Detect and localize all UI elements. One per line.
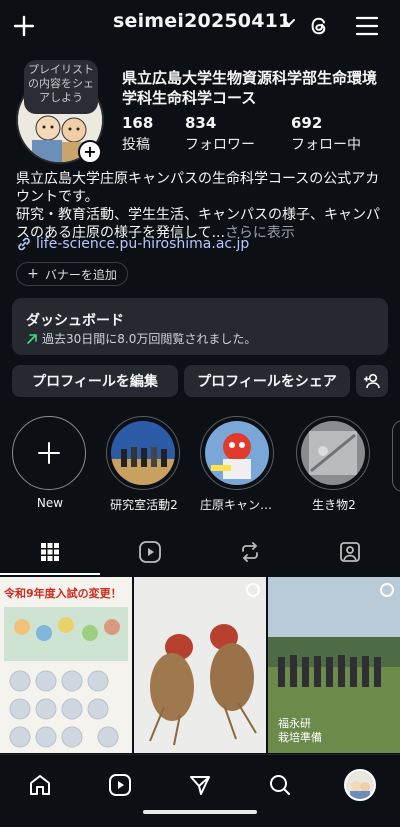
profile-avatar-nav[interactable] — [340, 765, 380, 805]
highlight-item[interactable]: 生き物2 — [296, 416, 372, 513]
highlight-item-partial[interactable] — [392, 420, 400, 492]
post-thumbnail[interactable]: 福永研 栽培準備 — [268, 577, 400, 753]
dashboard-subtitle: 過去30日間に8.0万回閲覧されました。 — [42, 332, 257, 346]
threads-icon[interactable] — [304, 11, 334, 41]
plus-icon — [38, 442, 60, 464]
add-person-icon — [364, 373, 380, 389]
professional-dashboard[interactable]: ダッシュボード 過去30日間に8.0万回閲覧されました。 — [12, 298, 388, 355]
followers-label[interactable]: フォロワー — [185, 134, 255, 154]
repost-icon — [242, 542, 258, 562]
profile-tabs — [0, 530, 400, 576]
display-name: 県立広島大学生物資源科学部生命環境学科生命科学コース — [122, 69, 378, 107]
tab-tagged[interactable] — [300, 530, 400, 574]
post-thumbnail[interactable]: 令和9年度入試の変更！ — [0, 577, 132, 753]
bio-line: 県立広島大学庄原キャンパスの生命科学コースの公式アカウントです。 — [16, 171, 380, 205]
highlight-ring — [106, 416, 180, 490]
note-bubble[interactable]: プレイリストの内容をシェアしよう — [24, 60, 98, 114]
bottom-nav — [0, 754, 400, 827]
highlight-label: New — [36, 496, 64, 510]
highlight-ring — [12, 416, 86, 490]
tab-reposts[interactable] — [200, 530, 300, 574]
trend-up-icon — [27, 333, 37, 344]
highlight-label: 生き物2 — [312, 498, 356, 512]
create-plus-icon[interactable] — [10, 12, 38, 40]
post-thumbnail[interactable] — [134, 577, 266, 753]
select-circle-icon[interactable] — [380, 583, 394, 597]
top-bar: seimei20250411 — [0, 0, 400, 52]
followers-count[interactable]: 834 — [185, 114, 216, 132]
discover-people-button[interactable] — [356, 365, 388, 397]
active-tab-indicator — [0, 573, 100, 575]
home-indicator — [143, 810, 257, 814]
add-story-plus-icon[interactable]: + — [78, 140, 102, 164]
search-icon[interactable] — [260, 765, 300, 805]
home-icon[interactable] — [20, 765, 60, 805]
highlight-item[interactable]: 庄原キャンパ... — [200, 416, 276, 513]
send-message-icon[interactable] — [180, 765, 220, 805]
reels-nav-icon[interactable] — [100, 765, 140, 805]
highlight-ring — [296, 416, 370, 490]
add-banner-button[interactable]: + バナーを追加 — [16, 262, 128, 286]
link-text[interactable]: life-science.pu-hiroshima.ac.jp — [36, 236, 249, 252]
username[interactable]: seimei20250411 — [113, 10, 291, 32]
share-profile-button[interactable]: プロフィールをシェア — [184, 365, 350, 397]
highlight-thumbnail — [111, 421, 175, 485]
highlight-label: 研究室活動2 — [110, 498, 178, 512]
tab-reels[interactable] — [100, 530, 200, 574]
dashboard-subtitle-row: 過去30日間に8.0万回閲覧されました。 — [26, 330, 256, 347]
reels-icon — [139, 541, 161, 563]
following-label[interactable]: フォロー中 — [291, 134, 361, 154]
link-icon — [18, 237, 30, 251]
highlight-thumbnail — [301, 421, 365, 485]
menu-icon[interactable] — [352, 11, 382, 41]
bio: 県立広島大学庄原キャンパスの生命科学コースの公式アカウントです。 研究・教育活動… — [16, 170, 388, 242]
profile-link[interactable]: life-science.pu-hiroshima.ac.jp — [16, 236, 249, 252]
highlight-thumbnail — [205, 421, 269, 485]
select-circle-icon[interactable] — [246, 583, 260, 597]
highlight-label: 庄原キャンパ... — [200, 498, 276, 512]
grid-icon — [41, 543, 59, 561]
posts-label[interactable]: 投稿 — [122, 134, 150, 154]
highlight-new[interactable]: New — [12, 416, 88, 510]
posts-grid: 令和9年度入試の変更！ 福永研 栽培準備 — [0, 577, 400, 753]
tab-posts-grid[interactable] — [0, 530, 100, 574]
plus-icon: + — [27, 266, 39, 282]
dashboard-title: ダッシュボード — [26, 313, 124, 329]
tagged-icon — [340, 542, 360, 562]
avatar — [344, 769, 376, 801]
add-banner-label: バナーを追加 — [44, 267, 117, 282]
highlight-item[interactable]: 研究室活動2 — [106, 416, 182, 513]
chevron-down-icon[interactable] — [282, 15, 296, 34]
posts-count[interactable]: 168 — [122, 114, 153, 132]
highlight-ring — [200, 416, 274, 490]
edit-profile-button[interactable]: プロフィールを編集 — [12, 365, 178, 397]
post-caption: 福永研 栽培準備 — [278, 717, 322, 744]
following-count[interactable]: 692 — [291, 114, 322, 132]
